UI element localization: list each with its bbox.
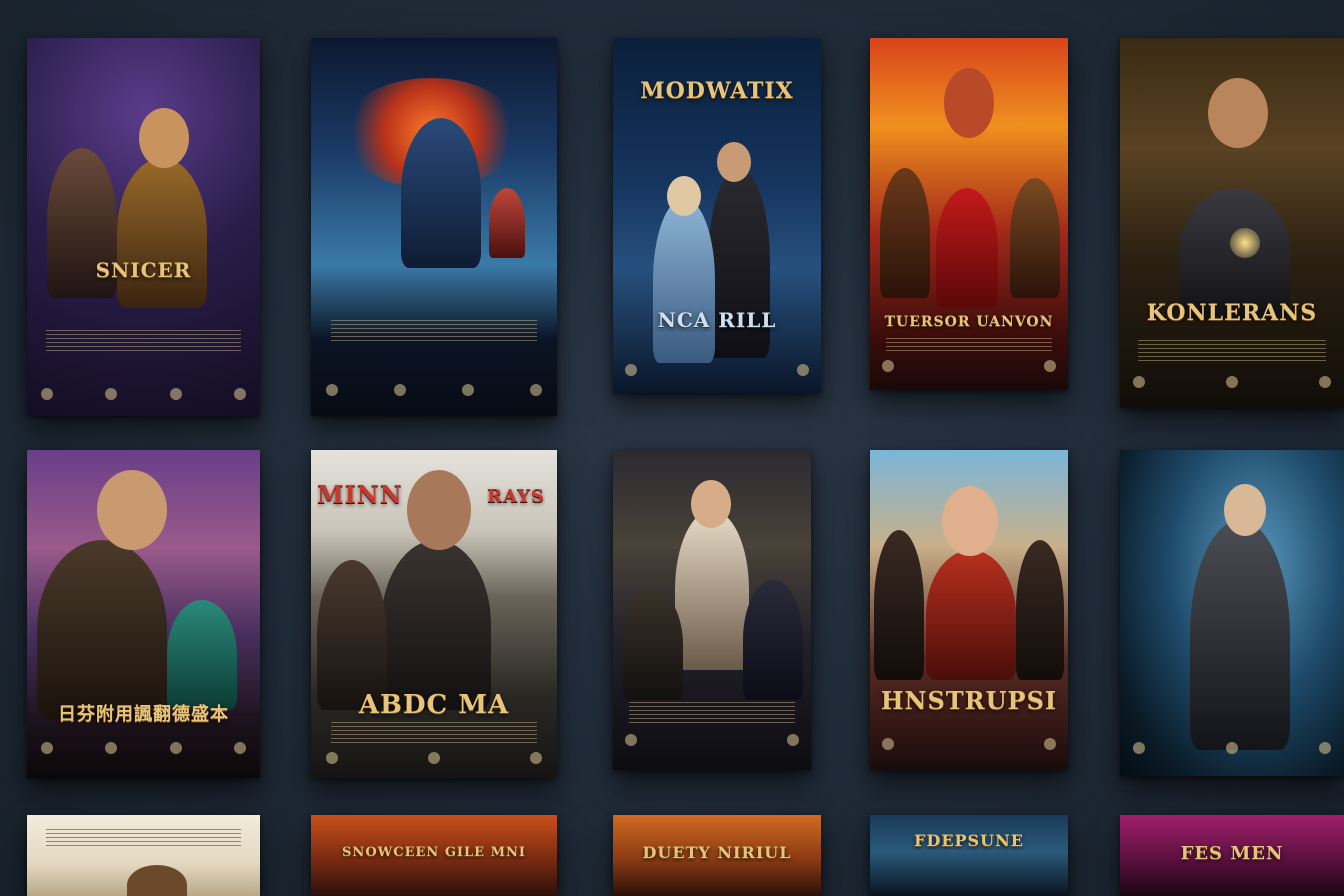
poster-figure-head [1224, 484, 1266, 536]
poster-credits [330, 320, 538, 342]
movie-poster-15[interactable]: FES MEN [1120, 815, 1344, 896]
poster-logos [1133, 376, 1331, 388]
poster-credits [45, 829, 242, 847]
poster-figure [623, 590, 683, 700]
movie-poster-1[interactable]: SNICER [27, 38, 260, 416]
movie-poster-11[interactable] [27, 815, 260, 896]
poster-title: HNSTRUPSI [880, 686, 1058, 715]
poster-logos [881, 360, 1057, 372]
poster-figure-head [667, 176, 701, 216]
poster-figure-head [139, 108, 189, 168]
poster-figure [401, 118, 481, 268]
poster-credits [885, 338, 1053, 352]
movie-poster-7[interactable]: MINN RAYS ABDC MA [311, 450, 557, 778]
poster-figure [653, 198, 715, 363]
movie-poster-8[interactable] [613, 450, 811, 770]
poster-title: FDEPSUNE [914, 831, 1024, 850]
poster-figure [489, 188, 525, 258]
poster-figure-head [407, 470, 471, 550]
poster-figure-head [1208, 78, 1268, 148]
movie-poster-2[interactable] [311, 38, 557, 416]
poster-figure [37, 540, 167, 720]
poster-credits [1137, 340, 1327, 362]
poster-subtitle: ABDC MA [358, 690, 510, 720]
poster-glow [1230, 228, 1260, 258]
poster-title: MINN [317, 480, 403, 509]
poster-title: KONLERANS [1146, 300, 1318, 326]
movie-poster-14[interactable]: FDEPSUNE [870, 815, 1068, 896]
poster-figure-head [691, 480, 731, 528]
poster-figure [936, 188, 998, 308]
poster-figure [167, 600, 237, 710]
poster-wall: SNICER MODWATIX NCA RILL TUERSOR UANVON [0, 0, 1344, 896]
poster-title: 日芬附用諷翻德盛本 [58, 704, 229, 725]
movie-poster-6[interactable]: 日芬附用諷翻德盛本 [27, 450, 260, 778]
poster-logos [1133, 742, 1331, 754]
poster-title: TUERSOR UANVON [884, 314, 1054, 330]
poster-figure [675, 510, 749, 670]
poster-credits [628, 702, 796, 724]
poster-logos [40, 388, 246, 400]
poster-title-secondary: RAYS [487, 486, 545, 507]
poster-title: SNICER [95, 258, 192, 282]
poster-title: SNOWCEEN GILE MNI [342, 845, 526, 860]
poster-figure [874, 530, 924, 680]
poster-figure [880, 168, 930, 298]
poster-logos [624, 734, 800, 746]
movie-poster-5[interactable]: KONLERANS [1120, 38, 1344, 408]
poster-figure [1010, 178, 1060, 298]
poster-figure [926, 550, 1016, 680]
poster-logos [325, 384, 543, 396]
movie-poster-12[interactable]: SNOWCEEN GILE MNI [311, 815, 557, 896]
poster-logos [881, 738, 1057, 750]
poster-figure [317, 560, 387, 710]
poster-title: MODWATIX [640, 78, 794, 104]
poster-figure-head [942, 486, 998, 556]
poster-figure-head [717, 142, 751, 182]
poster-figure [1190, 520, 1290, 750]
movie-poster-3[interactable]: MODWATIX NCA RILL [613, 38, 821, 393]
movie-poster-9[interactable]: HNSTRUPSI [870, 450, 1068, 770]
poster-subtitle: NCA RILL [657, 308, 777, 332]
poster-figure-head [944, 68, 994, 138]
poster-title: FES MEN [1180, 843, 1284, 864]
poster-figure [117, 158, 207, 308]
poster-logos [40, 742, 246, 754]
poster-logos [625, 364, 809, 376]
poster-figure [381, 540, 491, 710]
poster-artwork [870, 815, 1068, 896]
poster-figure-head [97, 470, 167, 550]
movie-poster-13[interactable]: DUETY NIRIUL [613, 815, 821, 896]
poster-credits [45, 330, 242, 352]
poster-title: DUETY NIRIUL [642, 843, 792, 862]
poster-credits [330, 722, 538, 744]
movie-poster-4[interactable]: TUERSOR UANVON [870, 38, 1068, 390]
poster-figure [1016, 540, 1064, 680]
poster-figure [743, 580, 803, 700]
poster-logos [325, 752, 543, 764]
movie-poster-10[interactable] [1120, 450, 1344, 776]
